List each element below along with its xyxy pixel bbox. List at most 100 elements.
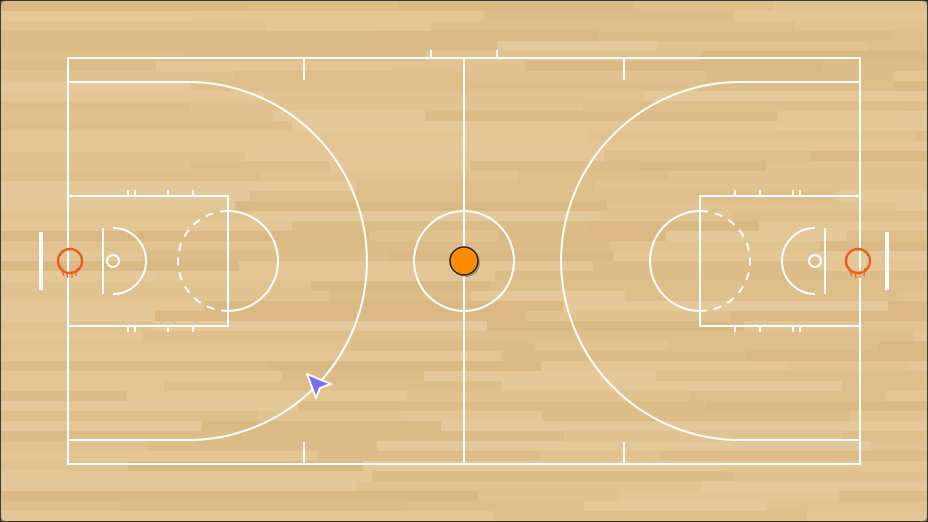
floor-plank	[1, 491, 269, 501]
floor-plank	[484, 11, 733, 21]
floor-plank	[656, 371, 927, 381]
floor-plank	[1, 341, 351, 351]
floor-plank	[613, 251, 818, 261]
floor-plank	[633, 1, 773, 11]
floor-plank	[1, 151, 245, 161]
floor-plank	[154, 271, 495, 281]
floor-plank	[1, 421, 202, 431]
floor-plank	[128, 461, 363, 471]
floor-plank	[878, 341, 927, 351]
floor-plank	[251, 211, 600, 221]
floor-plank	[1, 511, 339, 521]
floor-plank	[1, 141, 326, 151]
floor-plank	[518, 171, 669, 181]
floor-plank	[351, 341, 535, 351]
floor-plank	[1, 351, 261, 361]
floor-plank	[1, 11, 194, 21]
floor-plank	[892, 31, 927, 41]
floor-plank	[1, 391, 126, 401]
floor-plank	[1, 381, 164, 391]
floor-plank	[248, 1, 398, 11]
floor-plank	[677, 331, 913, 341]
floor-plank	[607, 201, 896, 211]
floor-plank	[1, 221, 292, 231]
floor-plank	[1, 261, 239, 271]
floor-plank	[425, 111, 778, 121]
floor-plank	[904, 111, 927, 121]
floor-plank	[234, 71, 468, 81]
floor-plank	[502, 381, 842, 391]
floor-plank	[261, 171, 518, 181]
floor-plank	[1, 51, 183, 61]
floor-plank	[893, 71, 927, 81]
floor-plank	[469, 91, 644, 101]
floor-plank	[363, 461, 487, 471]
floor-plank	[370, 231, 499, 241]
floor-plank	[406, 391, 689, 401]
floor-plank	[330, 161, 471, 171]
floor-plank	[908, 361, 927, 371]
basketball-court[interactable]	[0, 0, 928, 522]
floor-plank	[818, 261, 927, 271]
floor-plank	[401, 411, 542, 421]
floor-plank	[1, 411, 258, 421]
floor-plank	[265, 91, 469, 101]
floor-plank	[894, 81, 927, 91]
floor-plank	[143, 331, 361, 341]
floor-plank	[871, 441, 927, 451]
floor-plank	[733, 211, 927, 221]
floor-plank	[402, 501, 584, 511]
floor-plank	[471, 161, 639, 171]
floor-plank	[1, 71, 234, 81]
floor-plank	[888, 301, 927, 311]
floor-plank	[886, 391, 927, 401]
floor-plank	[148, 441, 377, 451]
floor-plank	[840, 281, 927, 291]
floor-plank	[770, 141, 927, 151]
floor-plank	[202, 421, 441, 431]
floor-plank	[487, 461, 718, 471]
floor-plank	[634, 121, 775, 131]
floor-plank	[540, 451, 660, 461]
floor-plank	[424, 371, 656, 381]
floor-plank	[1, 251, 143, 261]
floor-plank	[488, 141, 770, 151]
floor-plank	[818, 251, 927, 261]
floor-plank	[689, 391, 886, 401]
floor-plank	[241, 431, 564, 441]
floor-plank	[1, 171, 261, 181]
floor-plank	[356, 181, 595, 191]
floor-plank	[1, 291, 329, 301]
floor-plank	[1, 461, 128, 471]
floor-plank	[731, 311, 927, 321]
floor-plank	[746, 351, 927, 361]
floor-plank	[766, 161, 927, 171]
floor-plank	[1, 121, 292, 131]
floor-plank	[266, 21, 431, 31]
floor-plank	[669, 171, 927, 181]
floor-plank	[1, 41, 236, 51]
floor-plank	[1, 451, 317, 461]
floor-plank	[666, 231, 846, 241]
floor-plank	[194, 11, 484, 21]
floor-plank	[780, 131, 916, 141]
floor-plank	[913, 331, 927, 341]
floor-plank	[339, 511, 493, 521]
floor-plank	[916, 131, 927, 141]
floor-plank	[372, 471, 733, 481]
floor-plank	[699, 441, 871, 451]
floor-plank	[282, 371, 424, 381]
floor-plank	[788, 361, 908, 371]
floor-plank	[499, 231, 666, 241]
floor-plank	[121, 501, 402, 511]
floor-plank	[292, 221, 587, 231]
floor-plank	[431, 21, 795, 31]
floor-plank	[425, 51, 701, 61]
floor-plank	[361, 331, 677, 341]
floor-plank	[155, 311, 525, 321]
floor-plank	[369, 31, 598, 41]
floor-plank	[811, 151, 927, 161]
floor-plank	[820, 241, 927, 251]
floor-plank	[595, 181, 927, 191]
floor-plank	[896, 201, 927, 211]
